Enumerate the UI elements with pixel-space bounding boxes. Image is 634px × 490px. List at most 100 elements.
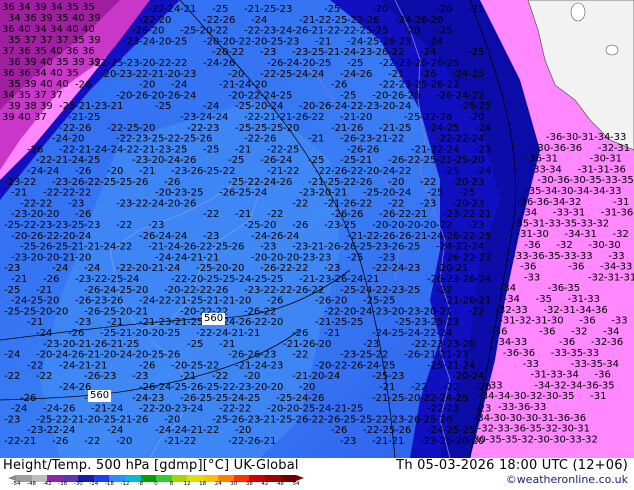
temperature-label: -22	[436, 134, 452, 145]
weather-map: 36 34 39 34 35 35 34 36 39 35 40 39 36 40 34 34 40 40 35 37…	[0, 0, 634, 458]
temperature-label: -25	[123, 339, 139, 350]
temperature-label: -20	[155, 404, 171, 415]
temperature-label: -32	[478, 424, 494, 435]
temperature-label: -26	[340, 198, 356, 209]
temperature-label: -21	[347, 231, 363, 242]
temperature-label: -22	[267, 209, 283, 220]
contour-label-560-lower: 560	[88, 390, 112, 402]
temperature-label: -23	[324, 220, 340, 231]
temperature-label: -30	[470, 434, 486, 445]
temperature-label: -25	[107, 274, 123, 285]
temperature-label: -26	[164, 350, 180, 361]
temperature-label: -24	[459, 360, 475, 371]
temperature-label: -31	[568, 294, 584, 305]
temperature-label: -35	[617, 175, 633, 186]
temperature-label: -36	[591, 305, 607, 316]
temperature-label: -22	[27, 360, 43, 371]
temperature-label: -24	[452, 69, 468, 80]
temperature-label: -22	[155, 296, 171, 307]
temperature-label: -23	[180, 112, 196, 123]
temperature-label: -24	[180, 90, 196, 101]
temperature-label: -25	[299, 404, 315, 415]
temperature-label: -24	[164, 155, 180, 166]
temperature-label: -23	[235, 382, 251, 393]
temperature-label: -21	[164, 436, 180, 447]
temperature-label: -23	[116, 198, 132, 209]
temperature-label: -34	[600, 262, 616, 273]
temperature-label: -20	[251, 101, 267, 112]
temperature-label: -21	[219, 296, 235, 307]
temperature-label: -22	[347, 101, 363, 112]
temperature-label: -32	[591, 337, 607, 348]
temperature-label: 35	[34, 46, 47, 57]
temperature-label: -24	[100, 242, 116, 253]
temperature-label: -22	[84, 177, 100, 188]
temperature-label: 39	[34, 2, 47, 13]
temperature-label: -22	[43, 425, 59, 436]
temperature-label: -32	[495, 305, 511, 316]
temperature-label: -23	[404, 306, 420, 317]
temperature-label: 39	[72, 57, 85, 68]
temperature-label: -20	[404, 393, 420, 404]
temperature-label: -21	[308, 134, 324, 145]
temperature-label: -21	[235, 144, 251, 155]
temperature-label: -23	[443, 404, 459, 415]
temperature-label: -21	[187, 425, 203, 436]
temperature-label: -26	[395, 425, 411, 436]
temperature-label: -22	[180, 436, 196, 447]
temperature-label: -23	[267, 360, 283, 371]
temperature-label: -31	[530, 370, 546, 381]
temperature-label: -31	[499, 316, 515, 327]
temperature-label: -35	[567, 348, 583, 359]
temperature-label: -26	[331, 274, 347, 285]
temperature-label: -25	[340, 285, 356, 296]
temperature-label: -25	[148, 350, 164, 361]
temperature-label: -21	[107, 339, 123, 350]
temperature-label: -20	[148, 328, 164, 339]
temperature-label: -25	[276, 393, 292, 404]
temperature-label: -26	[219, 188, 235, 199]
temperature-label: -21	[148, 263, 164, 274]
temperature-label: -23	[356, 47, 372, 58]
temperature-label: -33	[512, 251, 528, 262]
scale-tick-label: -18	[104, 481, 114, 487]
temperature-label: -24	[68, 155, 84, 166]
temperature-label: -20	[315, 339, 331, 350]
temperature-label: -22	[315, 166, 331, 177]
temperature-label: -21	[372, 393, 388, 404]
temperature-label: -25	[235, 101, 251, 112]
temperature-label: 35	[18, 90, 31, 101]
temperature-label: -23	[420, 436, 436, 447]
temperature-label: -36	[510, 424, 526, 435]
temperature-label: -22	[116, 220, 132, 231]
temperature-label: -24	[212, 328, 228, 339]
temperature-label: -23	[84, 220, 100, 231]
temperature-label: -21	[363, 274, 379, 285]
temperature-label: -26	[459, 101, 475, 112]
temperature-label: -33	[577, 218, 593, 229]
credit-link[interactable]: ©weatheronline.co.uk	[506, 473, 628, 486]
temperature-label: -25	[171, 144, 187, 155]
temperature-label: -25	[276, 414, 292, 425]
temperature-label: -23	[43, 339, 59, 350]
temperature-label: -25	[212, 242, 228, 253]
temperature-label: -22	[228, 436, 244, 447]
temperature-label: -25	[251, 274, 267, 285]
temperature-label: -24	[155, 425, 171, 436]
temperature-label: -23	[171, 404, 187, 415]
temperature-label: -23	[315, 252, 331, 263]
temperature-label: -25	[203, 166, 219, 177]
temperature-label: -20	[164, 285, 180, 296]
temperature-label: -20	[251, 36, 267, 47]
temperature-label: -24	[427, 36, 443, 47]
temperature-label: -26	[43, 274, 59, 285]
temperature-label: 36	[18, 46, 31, 57]
temperature-label: -21	[228, 328, 244, 339]
temperature-label: -25	[196, 393, 212, 404]
temperature-label: -20	[315, 188, 331, 199]
temperature-label: -22	[308, 285, 324, 296]
temperature-label: -24	[123, 274, 139, 285]
temperature-label: -24	[171, 231, 187, 242]
temperature-label: -20	[212, 47, 228, 58]
temperature-label: -25	[356, 414, 372, 425]
